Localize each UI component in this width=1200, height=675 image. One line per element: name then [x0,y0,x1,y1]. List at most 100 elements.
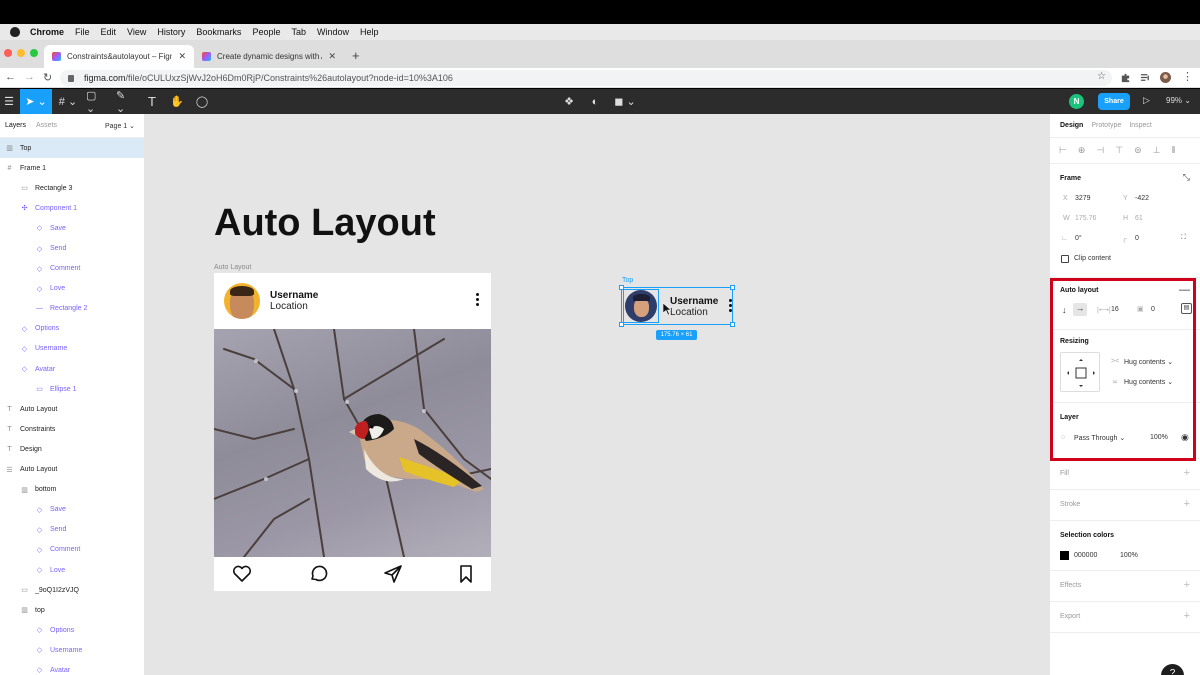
bird-photo[interactable] [214,329,491,557]
menu-tab[interactable]: Tab [291,27,306,37]
zoom-level[interactable]: 99% ⌄ [1166,96,1191,105]
selected-location[interactable]: Location [670,307,708,318]
forward-icon[interactable]: → [24,71,35,83]
layer-item[interactable]: ▥ bottom [0,480,144,500]
mask-icon[interactable]: ◐ [589,94,601,109]
layer-item[interactable]: ▥ top [0,600,144,620]
apple-icon[interactable] [10,27,20,37]
present-play-icon[interactable]: ▷ [1143,95,1150,106]
horizontal-resizing-dropdown[interactable]: Hug contents ⌄ [1124,358,1173,366]
auto-layout-settings-icon[interactable]: ▤ [1181,303,1192,314]
layer-item[interactable]: ◇ Save [0,218,144,238]
vertical-direction-icon[interactable]: ↓ [1062,305,1067,315]
minimize-window-icon[interactable] [17,49,25,57]
layer-item[interactable]: T Design [0,439,144,459]
menu-people[interactable]: People [252,27,280,37]
color-opacity-value[interactable]: 100% [1120,552,1138,559]
heart-icon[interactable] [232,564,252,584]
layer-item[interactable]: ▭ Ellipse 1 [0,379,144,399]
menu-window[interactable]: Window [317,27,349,37]
h-input[interactable]: 61 [1135,215,1143,222]
corner-radius-input[interactable]: 0 [1135,235,1139,242]
layer-item[interactable]: ◇ Options [0,319,144,339]
layer-item[interactable]: ☰ Auto Layout [0,460,144,480]
canvas-title-text[interactable]: Auto Layout [214,202,436,245]
align-middle-icon[interactable]: ⊜ [1134,145,1142,156]
options-icon[interactable] [476,293,480,308]
back-icon[interactable]: ← [5,71,16,83]
component-icon[interactable]: ❖ [563,94,575,109]
layer-item[interactable]: ◇ Avatar [0,660,144,675]
blend-mode-dropdown[interactable]: Pass Through ⌄ [1074,434,1125,442]
maximize-window-icon[interactable] [30,49,38,57]
address-bar[interactable]: figma.com /file/oCULUxzSjWvJ2oH6Dm0RjP/C… [60,70,1112,86]
color-hex-value[interactable]: 000000 [1074,552,1097,559]
add-export-icon[interactable]: + [1184,610,1190,622]
menu-edit[interactable]: Edit [101,27,117,37]
resize-handle-tr[interactable] [730,285,735,290]
align-right-icon[interactable]: ⊣ [1096,145,1104,156]
layer-item[interactable]: ◇ Options [0,620,144,640]
options-icon[interactable] [729,299,732,314]
layer-item[interactable]: ◇ Comment [0,259,144,279]
spacing-input[interactable]: 16 [1111,306,1119,313]
avatar[interactable] [224,283,260,319]
resizing-diagram[interactable] [1060,352,1100,392]
layer-item[interactable]: ◇ Username [0,339,144,359]
media-icon[interactable] [1140,72,1151,83]
layer-item[interactable]: ◇ Love [0,279,144,299]
independent-corners-icon[interactable]: ⛶ [1181,234,1186,242]
bookmark-icon[interactable] [456,564,476,584]
horizontal-direction-icon[interactable]: → [1073,303,1087,316]
close-window-icon[interactable] [4,49,12,57]
frame-tool-icon[interactable]: # ⌄ [58,94,78,109]
comment-tool-icon[interactable]: ◯ [196,94,208,109]
menu-history[interactable]: History [157,27,185,37]
menu-help[interactable]: Help [360,27,379,37]
align-top-icon[interactable]: ⊤ [1115,145,1123,156]
card-location[interactable]: Location [270,301,308,312]
layer-item[interactable]: ◇ Username [0,640,144,660]
post-card[interactable]: Username Location [214,273,491,591]
distribute-icon[interactable]: ⦀ [1171,145,1175,156]
profile-avatar-icon[interactable] [1160,72,1171,83]
card-username[interactable]: Username [270,290,318,301]
clip-content-checkbox[interactable] [1061,255,1069,263]
layer-item[interactable]: ▥ Top [0,138,144,159]
chrome-menu-icon[interactable]: ⋮ [1182,70,1193,83]
layer-item[interactable]: T Constraints [0,419,144,439]
tab-layers[interactable]: Layers [5,122,26,129]
extensions-icon[interactable] [1120,72,1131,83]
selected-avatar[interactable] [623,289,659,323]
tab-dynamic-designs[interactable]: Create dynamic designs with A ✕ [194,45,344,68]
add-fill-icon[interactable]: + [1184,467,1190,479]
layer-item[interactable]: # Frame 1 [0,158,144,178]
page-selector[interactable]: Page 1 ⌄ [105,122,135,130]
text-tool-icon[interactable]: T [146,94,158,109]
layer-item[interactable]: ▭ Rectangle 3 [0,178,144,198]
move-tool-icon[interactable]: ➤ ⌄ [20,89,52,114]
add-stroke-icon[interactable]: + [1184,498,1190,510]
bookmark-star-icon[interactable]: ☆ [1097,71,1106,82]
padding-input[interactable]: 0 [1151,306,1155,313]
close-tab-icon[interactable]: ✕ [178,51,186,62]
layer-item[interactable]: ◇ Comment [0,540,144,560]
new-tab-icon[interactable]: + [352,48,360,63]
layer-item[interactable]: T Auto Layout [0,399,144,419]
pen-tool-icon[interactable]: ✎ ⌄ [116,90,136,115]
layer-item[interactable]: ◇ Love [0,560,144,580]
resize-handle-br[interactable] [730,322,735,327]
x-input[interactable]: 3279 [1075,195,1091,202]
resize-to-fit-icon[interactable]: ⤡ [1183,172,1190,183]
send-icon[interactable] [383,564,403,584]
tab-design[interactable]: Design [1060,122,1083,129]
user-avatar[interactable]: N [1069,94,1084,109]
layer-item[interactable]: ◇ Send [0,520,144,540]
reload-icon[interactable]: ↻ [43,71,52,84]
visibility-eye-icon[interactable]: ◉ [1181,432,1189,443]
boolean-icon[interactable]: ◼ ⌄ [614,94,636,109]
tab-inspect[interactable]: Inspect [1129,122,1152,129]
layer-item[interactable]: — Rectangle 2 [0,299,144,319]
add-effect-icon[interactable]: + [1184,579,1190,591]
w-input[interactable]: 175.76 [1075,215,1096,222]
